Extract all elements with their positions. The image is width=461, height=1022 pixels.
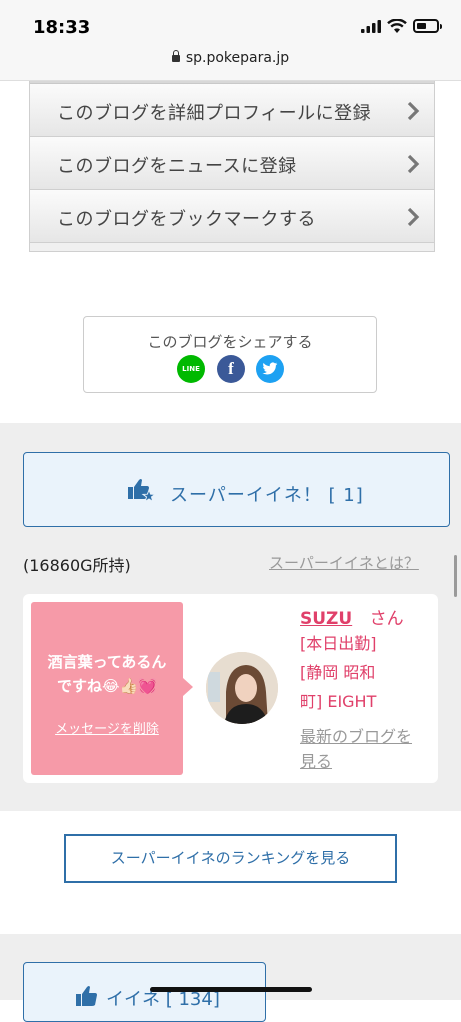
message-line-2: ですね😂👍🏻💓 bbox=[57, 677, 157, 695]
delete-message-link[interactable]: メッセージを削除 bbox=[31, 718, 183, 737]
share-box: このブログをシェアする LINE f bbox=[83, 316, 377, 393]
cellular-signal-icon bbox=[361, 20, 381, 33]
points-balance: (16860G所持) bbox=[23, 556, 131, 575]
url-text: sp.pokepara.jp bbox=[185, 50, 290, 66]
bookmark-button[interactable]: このブログをブックマークする bbox=[30, 190, 434, 243]
latest-blog-link[interactable]: 最新のブログを 見る bbox=[300, 724, 425, 774]
message-card: 酒言葉ってあるん ですね😂👍🏻💓 メッセージを削除 SUZU さん [本日出勤]… bbox=[23, 594, 438, 783]
menu-item-label: このブログを詳細プロフィールに登録 bbox=[57, 103, 372, 124]
line-share-button[interactable]: LINE bbox=[177, 355, 205, 383]
cast-name-line: SUZU さん bbox=[300, 604, 404, 629]
iine-button[interactable]: イイネ [ 134] bbox=[23, 962, 266, 1022]
twitter-share-button[interactable] bbox=[256, 355, 284, 383]
ranking-button[interactable]: スーパーイイネのランキングを見る bbox=[64, 834, 397, 883]
message-bubble: 酒言葉ってあるん ですね😂👍🏻💓 メッセージを削除 bbox=[31, 602, 183, 775]
chevron-right-icon bbox=[407, 101, 420, 121]
avatar[interactable] bbox=[206, 652, 278, 724]
message-text: 酒言葉ってあるん ですね😂👍🏻💓 bbox=[31, 650, 183, 698]
line-icon: LINE bbox=[182, 365, 200, 373]
thumbs-up-icon bbox=[76, 986, 97, 1006]
super-iine-button[interactable]: スーパーイイネ！ [ 1] bbox=[23, 452, 450, 527]
shop-line-1: [本日出勤] bbox=[300, 634, 377, 653]
super-iine-label: スーパーイイネ！ [ 1] bbox=[170, 485, 364, 506]
lock-icon bbox=[171, 50, 180, 62]
avatar-photo bbox=[206, 652, 278, 724]
home-indicator bbox=[150, 987, 312, 992]
shop-line-2: [静岡 昭和 bbox=[300, 663, 376, 682]
thumbs-up-star-icon bbox=[128, 479, 155, 503]
register-news-button[interactable]: このブログをニュースに登録 bbox=[30, 137, 434, 190]
latest-blog-line-2: 見る bbox=[300, 752, 333, 771]
bubble-tail bbox=[183, 678, 193, 696]
cast-name-link[interactable]: SUZU bbox=[300, 609, 352, 629]
share-title: このブログをシェアする bbox=[147, 333, 313, 351]
register-profile-button[interactable]: このブログを詳細プロフィールに登録 bbox=[30, 84, 434, 137]
what-is-super-iine-link[interactable]: スーパーイイネとは？ bbox=[269, 552, 419, 573]
honorific: さん bbox=[369, 609, 404, 629]
latest-blog-line-1: 最新のブログを bbox=[300, 727, 413, 746]
wifi-icon bbox=[387, 19, 407, 33]
menu-item-label: このブログをニュースに登録 bbox=[57, 156, 297, 177]
shop-line-3: 町] EIGHT bbox=[300, 692, 377, 711]
scrollbar[interactable] bbox=[454, 555, 457, 597]
status-bar: 18:33 bbox=[0, 0, 461, 44]
facebook-icon: f bbox=[228, 359, 234, 378]
status-time: 18:33 bbox=[33, 17, 91, 38]
menu-item-label: このブログをブックマークする bbox=[57, 209, 316, 230]
battery-icon bbox=[413, 19, 442, 33]
shop-info: [本日出勤] [静岡 昭和 町] EIGHT bbox=[300, 629, 420, 716]
chevron-right-icon bbox=[407, 154, 420, 174]
facebook-share-button[interactable]: f bbox=[217, 355, 245, 383]
message-line-1: 酒言葉ってあるん bbox=[47, 653, 167, 671]
blog-action-menu: このブログを詳細プロフィールに登録 このブログをニュースに登録 このブログをブッ… bbox=[29, 81, 435, 252]
chevron-right-icon bbox=[407, 207, 420, 227]
twitter-bird-icon bbox=[262, 362, 278, 375]
address-bar[interactable]: sp.pokepara.jp bbox=[0, 44, 461, 81]
